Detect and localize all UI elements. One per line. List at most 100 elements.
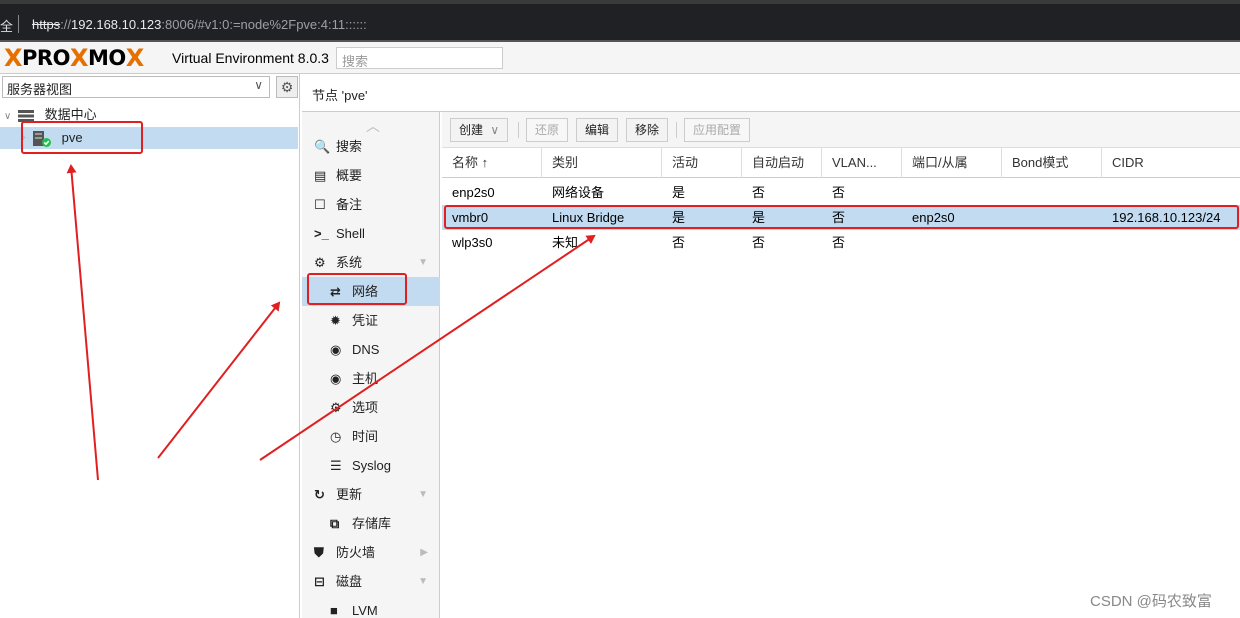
nav-item-updates[interactable]: ↻ 更新 ▼ — [302, 480, 440, 509]
create-button[interactable]: 创建 ∨ — [450, 118, 509, 142]
nav-item-shell[interactable]: >_ Shell — [302, 219, 440, 248]
cell-ports — [902, 230, 912, 255]
expand-arrow-icon[interactable]: ▼ — [418, 248, 428, 277]
square-icon: ■ — [330, 603, 338, 618]
browser-url-bar[interactable]: 全 https://192.168.10.123:8006/#v1:0:=nod… — [0, 0, 1240, 42]
nav-item-dns[interactable]: ◉ DNS — [302, 335, 440, 364]
column-header-name[interactable]: 名称 ↑ — [442, 148, 542, 178]
nav-item-options[interactable]: ⚙ 选项 — [302, 393, 440, 422]
nav-item-disks[interactable]: ⊟ 磁盘 ▼ — [302, 567, 440, 596]
expand-arrow-icon[interactable]: ▼ — [418, 480, 428, 509]
cell-name: wlp3s0 — [452, 235, 493, 250]
column-header-autostart[interactable]: 自动启动 — [742, 148, 822, 178]
edit-button[interactable]: 编辑 — [576, 118, 619, 142]
nav-item-syslog[interactable]: ☰ Syslog — [302, 451, 440, 480]
hdd-icon: ⊟ — [314, 574, 325, 589]
nav-item-lvm[interactable]: ■ LVM — [302, 596, 440, 618]
exchange-icon: ⇄ — [330, 284, 341, 299]
node-nav-menu: ︿ 🔍 搜索 ▤ 概要 ☐ 备注 >_ Shell ⚙ 系统 ▼ ⇄ 网络 ✹ 凭证 ◉ DNS ◉ 主机 ⚙ 选项 ◷ 时… — [302, 112, 440, 618]
create-button-label: 创建 — [459, 123, 484, 137]
nav-item-repositories[interactable]: ⧉ 存储库 — [302, 509, 440, 538]
cell-type: Linux Bridge — [552, 210, 625, 225]
node-online-icon — [33, 130, 51, 147]
view-select[interactable]: 服务器视图 ∨ — [2, 76, 270, 98]
cell-active: 是 — [672, 185, 686, 200]
remove-button[interactable]: 移除 — [626, 118, 669, 142]
apply-config-button[interactable]: 应用配置 — [684, 118, 751, 142]
cell-ports: enp2s0 — [912, 210, 955, 225]
nav-item-label: 磁盘 — [336, 574, 363, 589]
column-header-cidr[interactable]: CIDR — [1102, 148, 1240, 178]
expand-caret-icon[interactable]: › — [22, 127, 25, 149]
proxmox-logo[interactable]: X PRO X MO X — [4, 44, 144, 72]
cell-type: 网络设备 — [552, 185, 605, 200]
column-header-bond[interactable]: Bond模式 — [1002, 148, 1102, 178]
table-row[interactable]: wlp3s0 未知 否 否 否 — [442, 230, 1240, 255]
nav-item-label: Shell — [336, 226, 365, 241]
tree-label-pve: pve — [61, 130, 83, 145]
tree-item-datacenter[interactable]: ∨ 数据中心 — [0, 104, 298, 126]
globe-icon: ◉ — [330, 342, 342, 357]
clock-icon: ◷ — [330, 429, 342, 444]
logo-text-1: PRO — [22, 46, 70, 70]
column-header-ports[interactable]: 端口/从属 — [902, 148, 1002, 178]
table-row[interactable]: vmbr0 Linux Bridge 是 是 否 enp2s0 192.168.10.123… — [442, 205, 1240, 230]
expand-caret-icon[interactable]: ∨ — [4, 111, 11, 122]
nav-item-system[interactable]: ⚙ 系统 ▼ — [302, 248, 440, 277]
nav-item-hosts[interactable]: ◉ 主机 — [302, 364, 440, 393]
watermark: CSDN @码农致富 — [1090, 593, 1212, 610]
content-title-bar: 节点 'pve' — [302, 74, 1240, 112]
cell-vlan: 否 — [832, 210, 846, 225]
globe-icon: ◉ — [330, 371, 342, 386]
tree-item-pve[interactable]: › pve — [0, 127, 298, 149]
column-header-active[interactable]: 活动 — [662, 148, 742, 178]
cell-cidr — [1102, 230, 1112, 255]
nav-item-label: LVM — [352, 603, 378, 618]
url-text[interactable]: https://192.168.10.123:8006/#v1:0:=node%… — [32, 17, 367, 32]
cogs-icon: ⚙ — [314, 255, 326, 270]
gear-icon[interactable]: ⚙ — [276, 76, 298, 98]
cell-name: vmbr0 — [452, 210, 489, 225]
grid-header: 名称 ↑ 类别 活动 自动启动 VLAN... 端口/从属 Bond模式 CID… — [442, 148, 1240, 178]
cell-type: 未知 — [552, 235, 579, 250]
cell-autostart: 否 — [752, 185, 766, 200]
cell-vlan: 否 — [832, 185, 846, 200]
nav-item-label: 系统 — [336, 255, 363, 270]
refresh-icon: ↻ — [314, 487, 325, 502]
cell-cidr — [1102, 180, 1112, 205]
cell-bond — [1002, 180, 1012, 205]
url-separator — [18, 15, 19, 33]
nav-item-certificates[interactable]: ✹ 凭证 — [302, 306, 440, 335]
nav-item-label: 凭证 — [352, 313, 379, 328]
cell-autostart: 否 — [752, 235, 766, 250]
nav-item-firewall[interactable]: ⛊ 防火墙 ▶ — [302, 538, 440, 567]
nav-item-summary[interactable]: ▤ 概要 — [302, 161, 440, 190]
revert-button[interactable]: 还原 — [526, 118, 569, 142]
cell-vlan: 否 — [832, 235, 846, 250]
search-icon: 🔍 — [314, 139, 331, 154]
pve-header: X PRO X MO X Virtual Environment 8.0.3 搜索 — [0, 42, 1240, 74]
column-header-type[interactable]: 类别 — [542, 148, 662, 178]
expand-arrow-icon[interactable]: ▼ — [418, 567, 428, 596]
gear-icon: ⚙ — [330, 400, 342, 415]
nav-item-network[interactable]: ⇄ 网络 — [302, 277, 440, 306]
header-search-input[interactable]: 搜索 — [336, 47, 503, 69]
chevron-down-icon: ∨ — [490, 123, 500, 137]
list-icon: ☰ — [330, 458, 342, 473]
resource-tree-panel: 服务器视图 ∨ ⚙ ∨ 数据中心 › pve — [0, 74, 300, 618]
product-version: Virtual Environment 8.0.3 — [172, 50, 329, 66]
table-row[interactable]: enp2s0 网络设备 是 否 否 — [442, 180, 1240, 205]
url-host: 192.168.10.123 — [71, 17, 162, 32]
nav-item-time[interactable]: ◷ 时间 — [302, 422, 440, 451]
logo-x-mark: X — [4, 44, 23, 72]
nav-item-label: DNS — [352, 342, 380, 357]
expand-arrow-icon[interactable]: ▶ — [420, 538, 428, 567]
nav-item-search[interactable]: 🔍 搜索 — [302, 132, 440, 161]
nav-item-label: 网络 — [352, 284, 379, 299]
certificate-icon: ✹ — [330, 313, 341, 328]
security-indicator[interactable]: 全 — [0, 16, 13, 35]
url-scheme-sep: :// — [60, 17, 72, 32]
nav-item-notes[interactable]: ☐ 备注 — [302, 190, 440, 219]
nav-item-label: 备注 — [336, 197, 363, 212]
column-header-vlan[interactable]: VLAN... — [822, 148, 902, 178]
